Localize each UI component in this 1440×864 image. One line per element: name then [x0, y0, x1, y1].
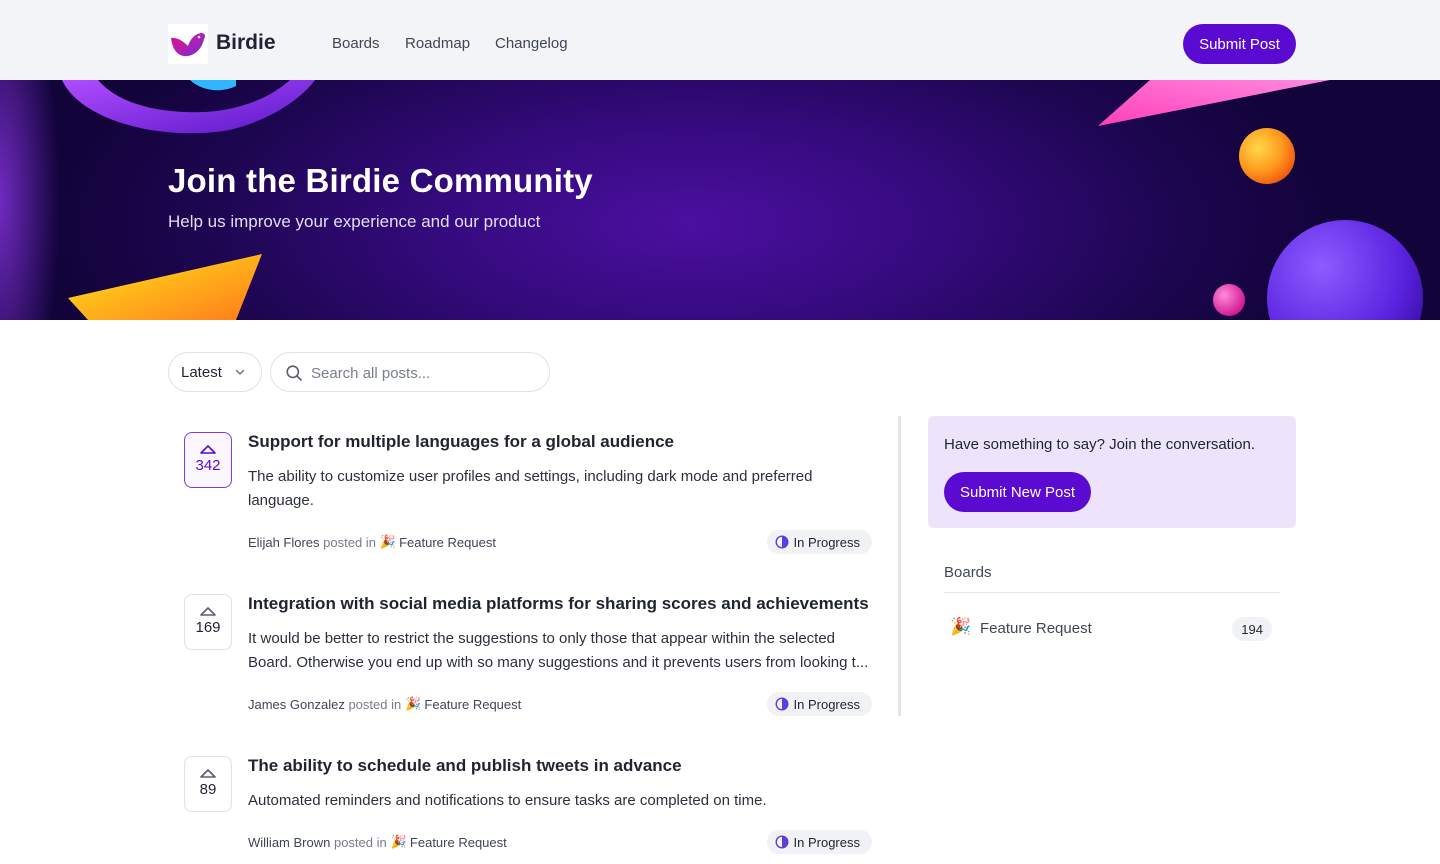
in-progress-icon	[775, 697, 789, 711]
post-description: The ability to customize user profiles a…	[248, 468, 813, 509]
post-author[interactable]: Elijah Flores	[248, 535, 320, 550]
in-progress-icon	[775, 835, 789, 849]
board-count-badge: 194	[1232, 617, 1272, 641]
post-author[interactable]: James Gonzalez	[248, 697, 345, 712]
posted-in-label: posted in	[323, 534, 376, 550]
status-label: In Progress	[793, 534, 860, 550]
hero-decoration	[0, 80, 1423, 320]
search-icon	[286, 365, 302, 381]
post-item[interactable]: 89 The ability to schedule and publish t…	[168, 740, 878, 864]
search-box[interactable]	[270, 352, 550, 392]
status-label: In Progress	[793, 696, 860, 712]
upvote-arrow-icon	[200, 445, 216, 454]
party-popper-icon: 🎉	[390, 834, 407, 849]
upvote-button[interactable]: 342	[184, 432, 232, 488]
post-board[interactable]: Feature Request	[399, 535, 496, 550]
post-meta: Elijah Flores posted in 🎉 Feature Reques…	[248, 534, 496, 550]
cta-text: Have something to say? Join the conversa…	[944, 436, 1256, 453]
post-meta: James Gonzalez posted in 🎉 Feature Reque…	[248, 696, 521, 712]
status-label: In Progress	[793, 834, 860, 850]
party-popper-icon: 🎉	[379, 534, 397, 549]
status-badge: In Progress	[766, 830, 872, 854]
sort-dropdown[interactable]: Latest	[168, 352, 262, 392]
boards-heading: Boards	[944, 564, 992, 581]
upvote-arrow-icon	[200, 769, 216, 778]
nav-changelog[interactable]: Changelog	[495, 35, 568, 52]
posted-in-label: posted in	[348, 696, 402, 712]
hero-subtitle: Help us improve your experience and our …	[168, 212, 541, 231]
vote-count: 169	[195, 619, 221, 636]
post-author[interactable]: William Brown	[248, 835, 330, 850]
hero-title: Join the Birdie Community	[168, 162, 593, 199]
join-conversation-card: Have something to say? Join the conversa…	[928, 416, 1296, 528]
party-popper-icon: 🎉	[405, 696, 422, 711]
boards-divider	[944, 592, 1280, 593]
bird-logo-icon[interactable]	[168, 24, 208, 64]
post-title[interactable]: Support for multiple languages for a glo…	[248, 432, 674, 452]
board-item-feature-request[interactable]: 🎉 Feature Request 194	[944, 612, 1280, 646]
post-description: Automated reminders and notifications to…	[248, 792, 767, 809]
brand-name[interactable]: Birdie	[216, 31, 276, 55]
hero-banner: Join the Birdie Community Help us improv…	[0, 80, 1440, 320]
post-meta: William Brown posted in 🎉 Feature Reques…	[248, 834, 507, 850]
submit-post-button[interactable]: Submit Post	[1183, 24, 1296, 64]
post-item[interactable]: 169 Integration with social media platfo…	[168, 578, 878, 728]
in-progress-icon	[775, 535, 789, 549]
submit-new-post-button[interactable]: Submit New Post	[944, 472, 1091, 512]
board-name: Feature Request	[980, 620, 1092, 637]
vote-count: 342	[195, 457, 221, 474]
post-board[interactable]: Feature Request	[424, 697, 521, 712]
upvote-button[interactable]: 169	[184, 594, 232, 650]
post-board[interactable]: Feature Request	[410, 835, 507, 850]
nav-boards[interactable]: Boards	[332, 35, 380, 52]
column-divider	[898, 416, 901, 716]
vote-count: 89	[199, 781, 217, 798]
chevron-down-icon	[235, 369, 245, 375]
search-input[interactable]	[311, 362, 536, 384]
post-item[interactable]: 342 Support for multiple languages for a…	[168, 416, 878, 566]
nav-roadmap[interactable]: Roadmap	[405, 35, 470, 52]
sort-value: Latest	[181, 363, 222, 381]
upvote-arrow-icon	[200, 607, 216, 616]
upvote-button[interactable]: 89	[184, 756, 232, 812]
post-title[interactable]: The ability to schedule and publish twee…	[248, 756, 682, 776]
post-description: It would be better to restrict the sugge…	[248, 630, 869, 671]
status-badge: In Progress	[766, 530, 872, 554]
party-popper-icon: 🎉	[950, 617, 972, 636]
top-navigation-bar: Birdie Boards Roadmap Changelog Submit P…	[0, 0, 1440, 80]
post-title[interactable]: Integration with social media platforms …	[248, 594, 869, 614]
posted-in-label: posted in	[333, 834, 387, 850]
status-badge: In Progress	[766, 692, 872, 716]
